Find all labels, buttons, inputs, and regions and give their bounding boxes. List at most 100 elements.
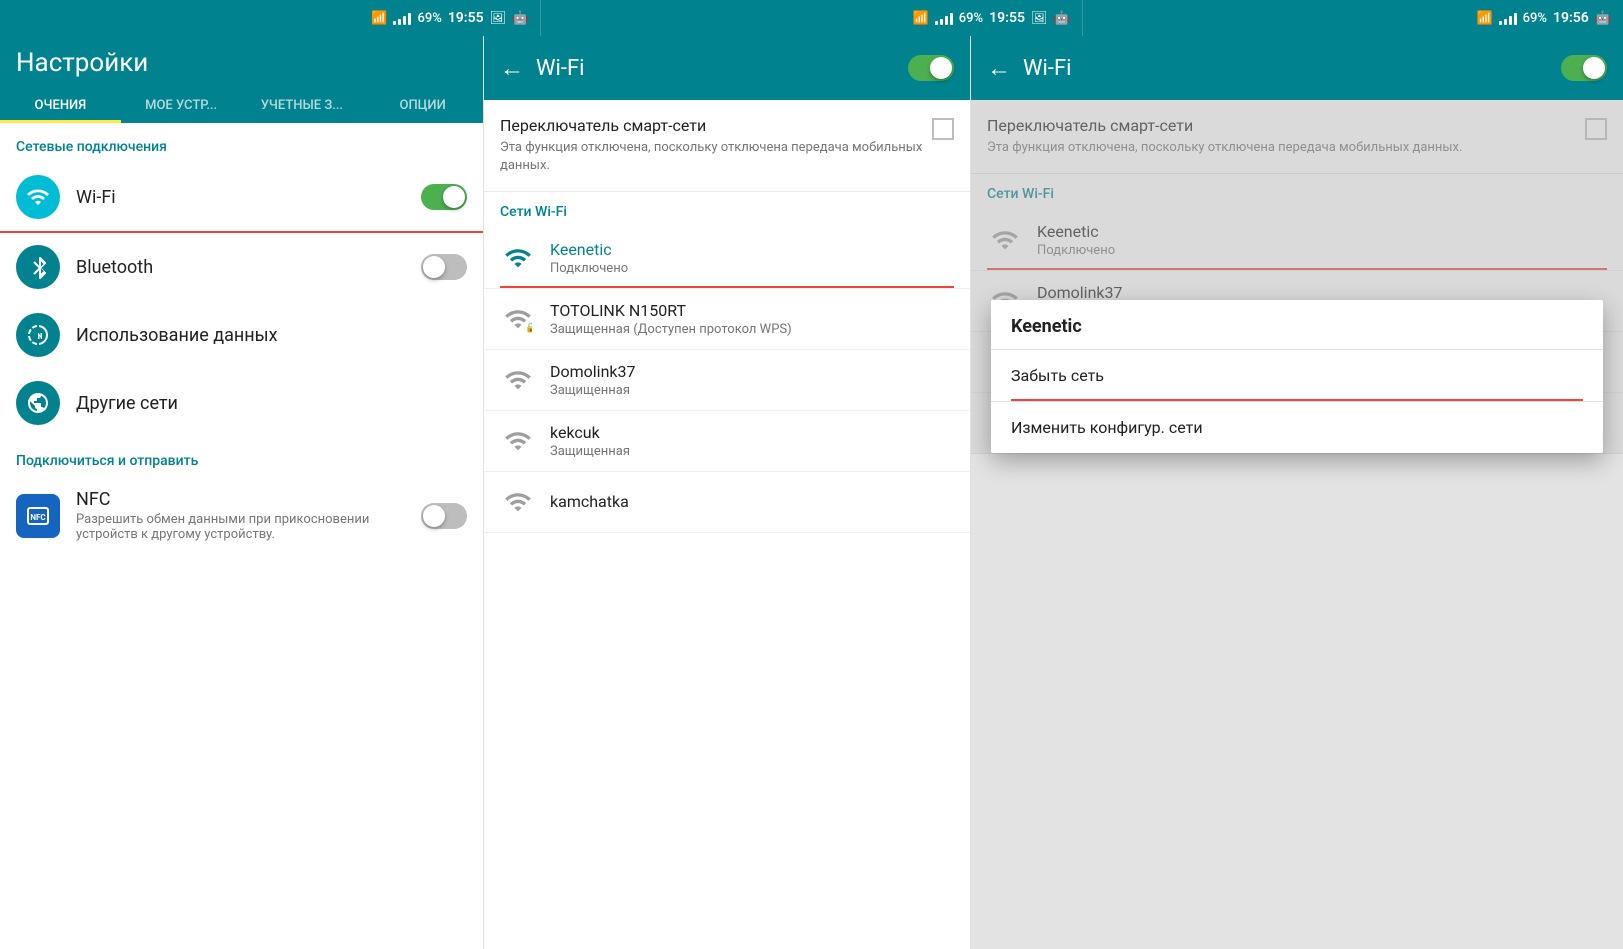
- android-icon-3: 🤖: [1595, 11, 1611, 26]
- wifi-toggle-thumb: [443, 186, 465, 208]
- data-usage-icon: [26, 323, 50, 347]
- wifi-toggle[interactable]: [421, 184, 467, 210]
- wifi-status-icon-1: 📶: [371, 11, 387, 26]
- android-icon-1: 🤖: [512, 11, 528, 26]
- wifi-header-toggle-3[interactable]: [1561, 55, 1607, 81]
- wifi-signal-totolink-2: 🔒: [500, 301, 536, 337]
- wifi-header-toggle-thumb: [930, 57, 952, 79]
- settings-tabs: ОЧЕНИЯ МОЕ УСТР... УЧЕТНЫЕ З... ОПЦИИ: [0, 88, 483, 123]
- network-kekcuk-2[interactable]: kekcuk Защищенная: [484, 411, 970, 472]
- wifi-header-toggle[interactable]: [908, 55, 954, 81]
- network-info-domolink-2: Domolink37 Защищенная: [550, 362, 954, 398]
- other-networks-icon: [26, 391, 50, 415]
- bluetooth-toggle[interactable]: [421, 254, 467, 280]
- android-icon-2: 🤖: [1053, 11, 1069, 26]
- nfc-toggle-thumb: [423, 505, 445, 527]
- main-content: Настройки ОЧЕНИЯ МОЕ УСТР... УЧЕТНЫЕ З..…: [0, 36, 1623, 949]
- back-button-2[interactable]: ←: [500, 54, 524, 83]
- other-networks-item[interactable]: Другие сети: [0, 369, 483, 437]
- wifi-signal-keenetic-2: [500, 240, 536, 276]
- wifi-signal-icon-kekcuk-2: [504, 427, 532, 455]
- network-name-totolink-2: TOTOLINK N150RT: [550, 301, 954, 320]
- bluetooth-icon-circle: [16, 245, 60, 289]
- nfc-icon-circle: NFC: [16, 494, 60, 538]
- other-networks-icon-circle: [16, 381, 60, 425]
- wifi-body-2: Переключатель смарт-сети Эта функция отк…: [484, 100, 970, 949]
- svg-text:🔒: 🔒: [525, 323, 532, 333]
- wifi-status-icon-2: 📶: [913, 11, 929, 26]
- wifi-panel-title: Wi-Fi: [536, 56, 896, 81]
- wifi-header-toggle-thumb-3: [1583, 57, 1605, 79]
- wifi-item[interactable]: Wi-Fi: [0, 163, 483, 233]
- network-totolink-2[interactable]: 🔒 TOTOLINK N150RT Защищенная (Доступен п…: [484, 289, 970, 350]
- wifi-signal-kamchatka-2: [500, 484, 536, 520]
- tab-accounts[interactable]: УЧЕТНЫЕ З...: [242, 88, 363, 123]
- network-kamchatka-2[interactable]: kamchatka: [484, 472, 970, 533]
- settings-body: Сетевые подключения Wi-Fi: [0, 123, 483, 949]
- wifi-status-icon-3: 📶: [1476, 11, 1492, 26]
- nfc-toggle[interactable]: [421, 503, 467, 529]
- wifi-header-toggle-container: [908, 55, 954, 81]
- status-bar: 📶 69% 19:55 🖼 🤖 📶 69% 19:55 🖼 🤖 📶: [0, 0, 1623, 36]
- smart-network-text-2: Переключатель смарт-сети Эта функция отк…: [500, 116, 924, 175]
- wifi-header-toggle-container-3: [1561, 55, 1607, 81]
- time-1: 19:55: [448, 10, 484, 26]
- battery-2: 69%: [959, 11, 983, 26]
- wifi-signal-domolink-2: [500, 362, 536, 398]
- smart-network-title-2: Переключатель смарт-сети: [500, 116, 924, 135]
- wifi-networks-header-2: Сети Wi-Fi: [484, 192, 970, 228]
- tab-options[interactable]: ОПЦИИ: [362, 88, 483, 123]
- network-info-totolink-2: TOTOLINK N150RT Защищенная (Доступен про…: [550, 301, 954, 337]
- status-bar-1: 📶 69% 19:55 🖼 🤖: [0, 0, 540, 36]
- data-usage-item[interactable]: Использование данных: [0, 301, 483, 369]
- wifi-icon: [26, 185, 50, 209]
- bluetooth-label: Bluetooth: [76, 257, 405, 278]
- network-domolink-2[interactable]: Domolink37 Защищенная: [484, 350, 970, 411]
- nfc-item[interactable]: NFC NFC Разрешить обмен данными при прик…: [0, 477, 483, 554]
- bluetooth-item[interactable]: Bluetooth: [0, 233, 483, 301]
- screenshot-icon-2: 🖼: [1031, 11, 1048, 26]
- bluetooth-icon: [28, 255, 48, 279]
- network-name-domolink-2: Domolink37: [550, 362, 954, 381]
- smart-network-checkbox-2[interactable]: [932, 118, 954, 140]
- signal-icon-1: [393, 11, 411, 25]
- network-name-kamchatka-2: kamchatka: [550, 492, 954, 511]
- battery-1: 69%: [417, 11, 441, 26]
- dialog-overlay[interactable]: [971, 100, 1623, 949]
- network-status-totolink-2: Защищенная (Доступен протокол WPS): [550, 322, 954, 337]
- time-3: 19:56: [1553, 10, 1589, 26]
- wifi-header-3: ← Wi-Fi: [971, 36, 1623, 100]
- bluetooth-toggle-thumb: [423, 256, 445, 278]
- network-section-header: Сетевые подключения: [0, 123, 483, 163]
- data-usage-icon-circle: [16, 313, 60, 357]
- settings-title: Настройки: [16, 48, 467, 78]
- network-name-kekcuk-2: kekcuk: [550, 423, 954, 442]
- network-status-domolink-2: Защищенная: [550, 383, 954, 398]
- nfc-sublabel: Разрешить обмен данными при прикосновени…: [76, 512, 405, 542]
- screenshot-icon-1: 🖼: [490, 11, 507, 26]
- wifi-dialog-panel: ← Wi-Fi Переключатель смарт-сети Эта фун…: [971, 36, 1623, 949]
- network-info-kamchatka-2: kamchatka: [550, 492, 954, 513]
- network-keenetic-2[interactable]: Keenetic Подключено: [484, 228, 970, 289]
- network-status-kekcuk-2: Защищенная: [550, 444, 954, 459]
- back-button-3[interactable]: ←: [987, 54, 1011, 83]
- wifi-body-with-overlay: Переключатель смарт-сети Эта функция отк…: [971, 100, 1623, 949]
- tab-my-device[interactable]: МОЕ УСТР...: [121, 88, 242, 123]
- network-name-keenetic-2: Keenetic: [550, 240, 954, 259]
- context-menu-dialog: Keenetic Забыть сеть Изменить конфигур. …: [991, 300, 1603, 453]
- modify-network-option[interactable]: Изменить конфигур. сети: [991, 402, 1603, 453]
- signal-icon-2: [935, 11, 953, 25]
- svg-text:NFC: NFC: [30, 513, 45, 522]
- status-bar-2: 📶 69% 19:55 🖼 🤖: [540, 0, 1081, 36]
- smart-network-section-2: Переключатель смарт-сети Эта функция отк…: [484, 100, 970, 192]
- wifi-signal-icon-domolink-2: [504, 366, 532, 394]
- forget-network-option[interactable]: Забыть сеть: [991, 350, 1603, 402]
- wifi-label: Wi-Fi: [76, 187, 405, 208]
- nfc-text: NFC Разрешить обмен данными при прикосно…: [76, 489, 405, 542]
- tab-connections[interactable]: ОЧЕНИЯ: [0, 88, 121, 123]
- status-bar-3: 📶 69% 19:56 🤖: [1082, 0, 1623, 36]
- nfc-label: NFC: [76, 489, 405, 510]
- smart-network-desc-2: Эта функция отключена, поскольку отключе…: [500, 139, 924, 175]
- data-usage-label: Использование данных: [76, 325, 467, 346]
- time-2: 19:55: [989, 10, 1025, 26]
